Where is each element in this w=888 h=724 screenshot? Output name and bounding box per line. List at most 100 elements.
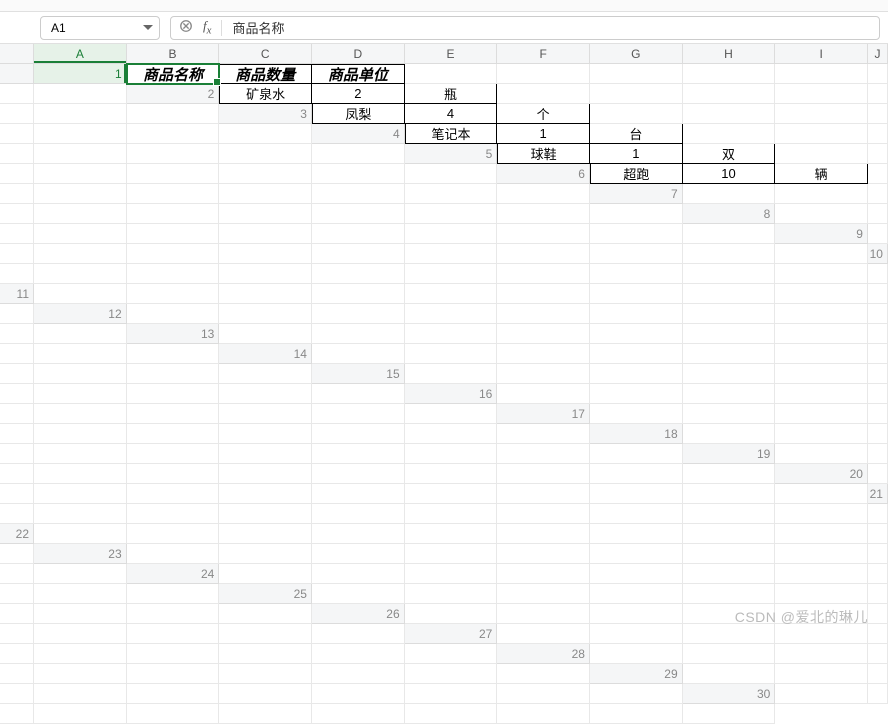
cell-J20[interactable]	[683, 484, 776, 504]
cell-F21[interactable]	[405, 504, 498, 524]
cell-H22[interactable]	[683, 524, 776, 544]
cell-D2[interactable]	[497, 84, 590, 104]
row-header-16[interactable]: 16	[405, 384, 498, 404]
cell-I11[interactable]	[775, 284, 868, 304]
cell-F9[interactable]	[312, 244, 405, 264]
cell-H3[interactable]	[0, 124, 34, 144]
cell-I27[interactable]	[219, 644, 312, 664]
cell-A21[interactable]	[0, 504, 34, 524]
cell-G23[interactable]	[683, 544, 776, 564]
cell-H30[interactable]	[405, 704, 498, 724]
cell-C19[interactable]	[0, 464, 34, 484]
cell-F18[interactable]	[127, 444, 220, 464]
cell-F24[interactable]	[683, 564, 776, 584]
cell-E26[interactable]	[775, 604, 868, 624]
cell-A29[interactable]	[683, 664, 776, 684]
cell-J8[interactable]	[590, 224, 683, 244]
row-header-19[interactable]: 19	[683, 444, 776, 464]
cell-D23[interactable]	[405, 544, 498, 564]
cell-C9[interactable]	[34, 244, 127, 264]
cell-E16[interactable]	[868, 384, 888, 404]
cell-J29[interactable]	[497, 684, 590, 704]
cell-B25[interactable]	[405, 584, 498, 604]
cell-I19[interactable]	[497, 464, 590, 484]
cell-E27[interactable]	[868, 624, 888, 644]
cell-G4[interactable]	[0, 144, 34, 164]
cell-B17[interactable]	[683, 404, 776, 424]
name-box[interactable]: A1	[40, 16, 160, 40]
col-header-A[interactable]: A	[34, 44, 127, 64]
cell-J16[interactable]	[312, 404, 405, 424]
cell-F10[interactable]	[405, 264, 498, 284]
cell-I9[interactable]	[590, 244, 683, 264]
cell-G25[interactable]	[868, 584, 888, 604]
cell-I12[interactable]	[868, 304, 888, 324]
cell-C24[interactable]	[405, 564, 498, 584]
cell-A23[interactable]	[127, 544, 220, 564]
cell-G2[interactable]	[775, 84, 868, 104]
cell-G28[interactable]	[127, 664, 220, 684]
cell-F17[interactable]	[34, 424, 127, 444]
cell-G29[interactable]	[219, 684, 312, 704]
cell-F27[interactable]	[0, 644, 34, 664]
row-header-23[interactable]: 23	[34, 544, 127, 564]
cell-C7[interactable]	[868, 184, 888, 204]
cell-E14[interactable]	[683, 344, 776, 364]
cell-B21[interactable]	[34, 504, 127, 524]
cell-C10[interactable]	[127, 264, 220, 284]
row-header-20[interactable]: 20	[775, 464, 868, 484]
cell-A12[interactable]	[127, 304, 220, 324]
cell-E20[interactable]	[219, 484, 312, 504]
cell-J27[interactable]	[312, 644, 405, 664]
col-header-J[interactable]: J	[868, 44, 888, 64]
cell-D19[interactable]	[34, 464, 127, 484]
cell-H18[interactable]	[312, 444, 405, 464]
cell-E10[interactable]	[312, 264, 405, 284]
cell-G13[interactable]	[775, 324, 868, 344]
cell-H6[interactable]	[219, 184, 312, 204]
cell-G10[interactable]	[497, 264, 590, 284]
row-header-15[interactable]: 15	[312, 364, 405, 384]
cell-A24[interactable]	[219, 564, 312, 584]
cell-A20[interactable]	[868, 464, 888, 484]
cell-C29[interactable]	[868, 664, 888, 684]
cell-E17[interactable]	[0, 424, 34, 444]
row-header-22[interactable]: 22	[0, 524, 34, 544]
cell-G8[interactable]	[312, 224, 405, 244]
cell-C6[interactable]: 辆	[775, 164, 868, 184]
cell-G22[interactable]	[590, 524, 683, 544]
cell-G17[interactable]	[127, 424, 220, 444]
col-header-C[interactable]: C	[219, 44, 312, 64]
cell-G9[interactable]	[405, 244, 498, 264]
cell-J17[interactable]	[405, 424, 498, 444]
cell-F25[interactable]	[775, 584, 868, 604]
cell-C15[interactable]	[590, 364, 683, 384]
cell-G7[interactable]	[219, 204, 312, 224]
cell-B22[interactable]	[127, 524, 220, 544]
cell-A9[interactable]	[868, 224, 888, 244]
cell-D26[interactable]	[683, 604, 776, 624]
row-header-9[interactable]: 9	[775, 224, 868, 244]
cell-G30[interactable]	[312, 704, 405, 724]
cell-B23[interactable]	[219, 544, 312, 564]
cell-A16[interactable]	[497, 384, 590, 404]
cell-G27[interactable]	[34, 644, 127, 664]
cell-E12[interactable]	[497, 304, 590, 324]
cell-E19[interactable]	[127, 464, 220, 484]
cell-I28[interactable]	[312, 664, 405, 684]
cell-I10[interactable]	[683, 264, 776, 284]
cell-A14[interactable]	[312, 344, 405, 364]
cell-C22[interactable]	[219, 524, 312, 544]
cell-G18[interactable]	[219, 444, 312, 464]
cell-F8[interactable]	[219, 224, 312, 244]
cell-I22[interactable]	[775, 524, 868, 544]
cell-C28[interactable]	[775, 644, 868, 664]
cell-H25[interactable]	[0, 604, 34, 624]
cell-H1[interactable]	[775, 64, 868, 84]
cell-C18[interactable]	[868, 424, 888, 444]
cell-D1[interactable]	[405, 64, 498, 84]
cell-E1[interactable]	[497, 64, 590, 84]
cell-D5[interactable]	[775, 144, 868, 164]
cell-B19[interactable]	[868, 444, 888, 464]
cell-E15[interactable]	[775, 364, 868, 384]
